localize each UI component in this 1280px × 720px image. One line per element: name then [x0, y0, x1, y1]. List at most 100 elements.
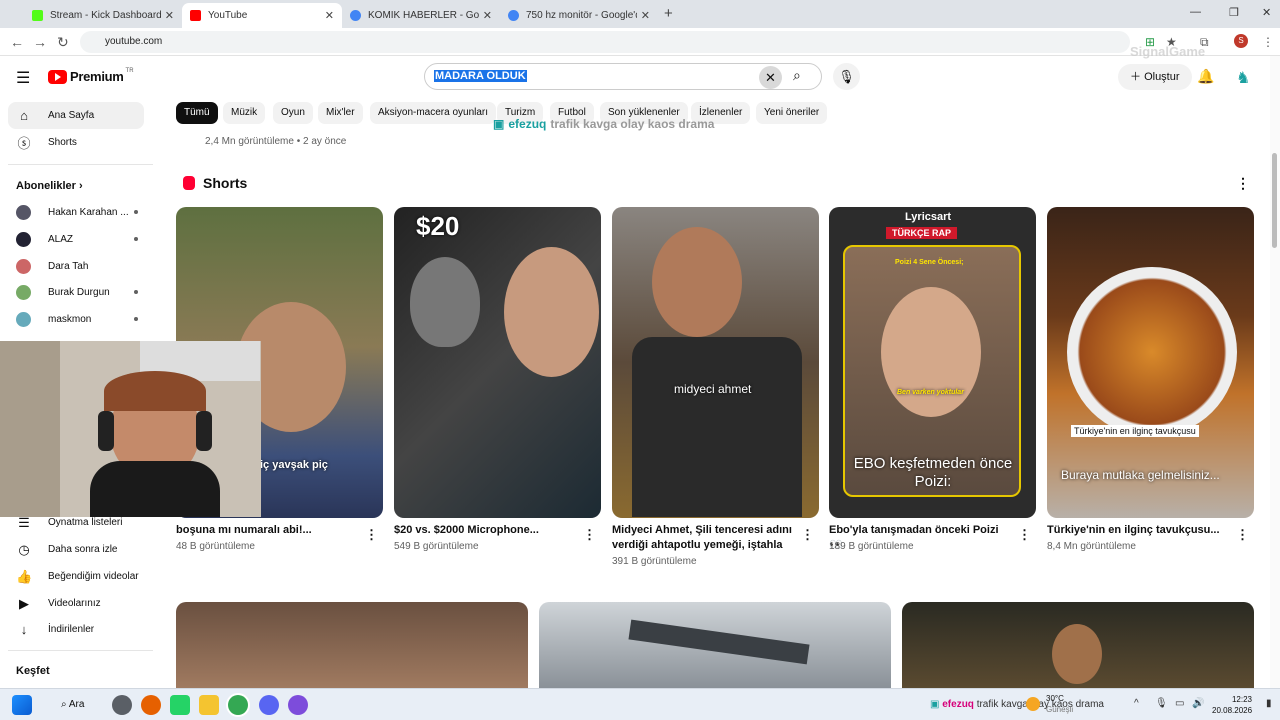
sidebar-item-subscription[interactable]: Burak Durgun	[8, 279, 144, 305]
video-thumbnail[interactable]	[902, 602, 1254, 688]
more-options-icon[interactable]: ⋮	[365, 527, 378, 543]
scrollbar-thumb[interactable]	[1272, 153, 1277, 248]
sidebar-item-subscription[interactable]: Hakan Karahan ...	[8, 199, 144, 225]
clock-icon: ◷	[18, 541, 30, 557]
sidebar-item-label: Oynatma listeleri	[48, 517, 123, 528]
more-options-icon[interactable]: ⋮	[1236, 527, 1249, 543]
chip-mixes[interactable]: Mix'ler	[318, 102, 363, 124]
notifications-bell-icon[interactable]: 🔔	[1197, 68, 1214, 85]
sidebar-item-liked[interactable]: 👍 Beğendiğim videolar	[8, 563, 139, 590]
menu-kebab-icon[interactable]: ⋮	[1262, 35, 1274, 49]
short-thumbnail[interactable]: midyeci ahmet	[612, 207, 819, 518]
sidebar-item-subscription[interactable]: ALAZ	[8, 226, 144, 252]
headphone-right	[196, 411, 212, 451]
more-options-icon[interactable]: ⋮	[1236, 175, 1250, 192]
tab-youtube[interactable]: YouTube ✕	[182, 3, 342, 28]
new-tab-button[interactable]: +	[664, 5, 673, 22]
sidebar-item-label: Videolarınız	[48, 598, 101, 609]
more-options-icon[interactable]: ⋮	[801, 527, 814, 543]
volume-icon[interactable]: 🔊	[1192, 698, 1204, 709]
create-button[interactable]: ＋ Oluştur	[1118, 64, 1192, 90]
windows-start-icon[interactable]	[12, 695, 32, 715]
clear-search-button[interactable]: ✕	[759, 66, 782, 89]
forward-icon[interactable]: →	[33, 34, 47, 50]
video-thumbnail[interactable]	[176, 602, 528, 688]
microphone-tray-icon[interactable]: 🎙	[1155, 698, 1168, 709]
network-icon[interactable]: ▭	[1175, 698, 1184, 709]
short-title[interactable]: $20 vs. $2000 Microphone...	[394, 523, 574, 538]
short-card[interactable]: Türkiye'nin en ilginç tavukçusu Buraya m…	[1047, 207, 1254, 552]
more-options-icon[interactable]: ⋮	[1018, 527, 1031, 543]
short-title[interactable]: boşuna mı numaralı abi!...	[176, 523, 356, 538]
thumbnail-caption: $20	[416, 211, 460, 241]
task-view-icon[interactable]	[112, 695, 132, 715]
short-title[interactable]: Midyeci Ahmet, Şili tenceresi adını verd…	[612, 523, 792, 553]
short-card[interactable]: midyeci ahmet Midyeci Ahmet, Şili tencer…	[612, 207, 819, 567]
maximize-button[interactable]: ❐	[1229, 6, 1239, 19]
sidebar-item-subscription[interactable]: maskmon	[8, 306, 144, 332]
whatsapp-icon[interactable]	[170, 695, 190, 715]
close-icon[interactable]: ✕	[641, 9, 650, 22]
video-thumbnail[interactable]	[539, 602, 891, 688]
chip-music[interactable]: Müzik	[223, 102, 266, 124]
chip-action-adventure[interactable]: Aksiyon-macera oyunları	[370, 102, 497, 124]
sidebar-item-shorts[interactable]: ⓢ Shorts	[8, 129, 144, 156]
tab-kick[interactable]: Stream - Kick Dashboard ✕	[24, 3, 182, 28]
subscriptions-heading[interactable]: Abonelikler ›	[16, 180, 83, 192]
subscriptions-heading-text: Abonelikler	[16, 180, 76, 192]
thumbnail-face	[652, 227, 742, 337]
short-card[interactable]: $20 $20 vs. $2000 Microphone... 549 B gö…	[394, 207, 601, 552]
avatar	[16, 231, 31, 247]
reload-icon[interactable]: ↻	[57, 34, 69, 51]
sidebar-item-home[interactable]: ⌂ Ana Sayfa	[8, 102, 144, 129]
previous-video-meta: 2,4 Mn görüntüleme • 2 ay önce	[205, 136, 347, 147]
short-title[interactable]: Türkiye'nin en ilginç tavukçusu...	[1047, 523, 1227, 538]
url-field[interactable]: youtube.com	[80, 31, 1130, 53]
back-icon[interactable]: ←	[10, 34, 24, 50]
tab-monitor[interactable]: 750 hz monitör - Google'da Ara ✕	[500, 3, 658, 28]
taskbar-search[interactable]: ⌕ Ara	[51, 694, 101, 716]
taskbar-clock[interactable]: 12:23 20.08.2026	[1212, 694, 1252, 716]
chrome-icon[interactable]	[228, 695, 248, 715]
chip-new-to-you[interactable]: Yeni öneriler	[756, 102, 828, 124]
more-options-icon[interactable]: ⋮	[583, 527, 596, 543]
close-window-button[interactable]: ✕	[1262, 6, 1271, 19]
hamburger-menu-icon[interactable]: ☰	[16, 68, 30, 88]
chip-all[interactable]: Tümü	[176, 102, 218, 124]
short-thumbnail[interactable]: $20	[394, 207, 601, 518]
chevron-up-icon[interactable]: ^	[1134, 698, 1139, 709]
sidebar-item-downloads[interactable]: ↓ İndirilenler	[8, 616, 94, 643]
account-avatar[interactable]: ♞	[1236, 68, 1250, 88]
close-icon[interactable]: ✕	[483, 9, 492, 22]
sidebar-item-label: Daha sonra izle	[48, 544, 118, 555]
search-box[interactable]: MADARA OLDUK ✕ ⌕	[424, 63, 822, 90]
short-thumbnail[interactable]: Türkiye'nin en ilginç tavukçusu Buraya m…	[1047, 207, 1254, 518]
app-icon[interactable]	[288, 695, 308, 715]
firefox-icon[interactable]	[141, 695, 161, 715]
search-icon[interactable]: ⌕	[793, 67, 801, 84]
short-card[interactable]: Lyricsart TÜRKÇE RAP Poizi 4 Sene Öncesi…	[829, 207, 1036, 552]
microphone-icon[interactable]: 🎙	[833, 63, 860, 90]
short-thumbnail[interactable]: Lyricsart TÜRKÇE RAP Poizi 4 Sene Öncesi…	[829, 207, 1036, 518]
profile-avatar[interactable]: S	[1234, 34, 1248, 48]
shorts-icon: ⓢ	[17, 136, 31, 151]
sidebar-item-your-videos[interactable]: ▶ Videolarınız	[8, 590, 101, 617]
tab-komik-haberler[interactable]: KOMİK HABERLER - Google'da Ara ✕	[342, 3, 500, 28]
sidebar-item-watch-later[interactable]: ◷ Daha sonra izle	[8, 536, 117, 563]
file-explorer-icon[interactable]	[199, 695, 219, 715]
channel-name: maskmon	[48, 313, 92, 325]
weather-condition: Güneşli	[1046, 705, 1074, 714]
youtube-play-icon	[48, 69, 67, 84]
chip-gaming[interactable]: Oyun	[273, 102, 313, 124]
weather-widget[interactable]: 30°C Güneşli	[1026, 693, 1073, 715]
close-icon[interactable]: ✕	[325, 9, 334, 22]
page-scrollbar[interactable]	[1270, 56, 1280, 688]
search-input[interactable]: MADARA OLDUK	[434, 70, 527, 82]
close-icon[interactable]: ✕	[165, 9, 174, 22]
youtube-premium-logo[interactable]: Premium TR	[48, 68, 134, 84]
discord-icon[interactable]	[259, 695, 279, 715]
minimize-button[interactable]: —	[1190, 6, 1201, 18]
logo-text: Premium	[70, 69, 124, 84]
notification-center-icon[interactable]: ▮	[1266, 698, 1272, 709]
sidebar-item-subscription[interactable]: Dara Tah	[8, 253, 144, 279]
